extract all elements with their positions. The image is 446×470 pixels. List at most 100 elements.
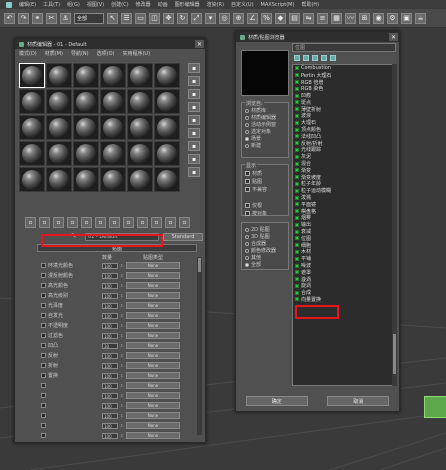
spinner-icon[interactable]: ⇕ [120,313,124,319]
material-editor-menu-item[interactable]: 实用程序(U) [122,50,150,57]
sample-slot[interactable] [100,115,126,140]
spinner-icon[interactable]: ⇕ [120,303,124,309]
map-amount-field[interactable]: 30 [102,342,118,349]
map-slot-button[interactable]: None [126,262,180,269]
spinner-icon[interactable]: ⇕ [120,413,124,419]
material-id-icon[interactable]: ▫ [123,217,134,228]
map-enable-checkbox[interactable] [41,393,46,398]
sample-slot[interactable] [46,115,72,140]
unlink-icon[interactable]: ✂ [46,12,57,24]
menu-item[interactable]: 帮助(H) [301,1,319,8]
map-slot-button[interactable]: None [126,392,180,399]
category-option[interactable]: 全部 [245,261,288,268]
map-amount-field[interactable]: 100 [102,412,118,419]
map-slot-button[interactable]: None [126,372,180,379]
map-amount-field[interactable]: 100 [102,392,118,399]
category-option[interactable]: 其他 [245,254,288,261]
scale-icon[interactable]: ⤢ [191,12,202,24]
sample-slot[interactable] [154,167,180,192]
menu-item[interactable]: 工具(T) [43,1,60,8]
backlight-icon[interactable]: ▪ [188,76,200,86]
show-option[interactable]: 贴图 [245,177,288,185]
select-icon[interactable]: ↖ [107,12,118,24]
sample-slot[interactable] [19,89,45,114]
map-enable-checkbox[interactable] [41,423,46,428]
menu-item[interactable]: 修改器 [136,1,151,8]
radio-button[interactable] [245,241,249,246]
sample-slot[interactable] [46,89,72,114]
cancel-button[interactable]: 取消 [327,396,390,406]
spinner-icon[interactable]: ⇕ [120,283,124,289]
map-enable-checkbox[interactable] [41,303,46,308]
assign-material-icon[interactable]: ▫ [53,217,64,228]
close-icon[interactable]: ✕ [195,40,204,48]
material-navigator-icon[interactable]: ▪ [188,167,200,177]
map-enable-checkbox[interactable] [41,343,46,348]
radio-button[interactable] [245,129,249,134]
map-enable-checkbox[interactable] [41,373,46,378]
render-frame-icon[interactable]: ▣ [401,12,412,24]
put-to-scene-icon[interactable]: ▫ [39,217,50,228]
map-slot-button[interactable]: None [126,342,180,349]
material-type-button[interactable]: Standard [163,233,203,241]
menu-item[interactable]: MAXScript(M) [261,2,295,8]
checkbox[interactable] [245,210,250,216]
spinner-icon[interactable]: ⇕ [120,403,124,409]
spinner-icon[interactable]: ⇕ [120,333,124,339]
selection-filter-dropdown[interactable]: 全部 [74,12,104,24]
map-list-scrollbar[interactable] [392,64,397,386]
radio-button[interactable] [245,255,249,260]
video-color-icon[interactable]: ▪ [188,115,200,125]
map-amount-field[interactable]: 100 [102,302,118,309]
sample-slot[interactable] [73,141,99,166]
sample-slot[interactable] [73,115,99,140]
material-editor-scrollbar[interactable] [197,257,202,435]
ok-button[interactable]: 确定 [245,396,308,406]
percent-snap-icon[interactable]: % [261,12,272,24]
map-slot-button[interactable]: None [126,312,180,319]
map-amount-field[interactable]: 100 [102,292,118,299]
sample-slot[interactable] [154,115,180,140]
go-forward-sibling-icon[interactable]: ▫ [179,217,190,228]
menu-item[interactable]: 视图(V) [87,1,104,8]
map-amount-field[interactable]: 100 [102,282,118,289]
redo-icon[interactable]: ↷ [18,12,29,24]
map-enable-checkbox[interactable] [41,433,46,438]
reset-icon[interactable]: ▫ [67,217,78,228]
rect-select-icon[interactable]: ▭ [135,12,146,24]
render-icon[interactable]: ☕ [415,12,426,24]
select-by-material-icon[interactable]: ▪ [188,154,200,164]
map-amount-field[interactable]: 100 [102,262,118,269]
category-option[interactable]: 颜色修改器 [245,247,288,254]
sample-slot[interactable] [73,63,99,88]
map-slot-button[interactable]: None [126,272,180,279]
map-slot-button[interactable]: None [126,322,180,329]
radio-button[interactable] [245,234,249,239]
map-enable-checkbox[interactable] [41,403,46,408]
named-selection-icon[interactable]: ▤ [289,12,300,24]
make-preview-icon[interactable]: ▪ [188,128,200,138]
browse-from-option[interactable]: 场景 [245,135,288,142]
view-large-icons-icon[interactable] [321,55,327,61]
material-editor-menu-item[interactable]: 选项(O) [97,50,115,57]
map-amount-field[interactable]: 100 [102,422,118,429]
sample-slot[interactable] [154,89,180,114]
browse-from-option[interactable]: 材质库 [245,107,288,114]
link-icon[interactable]: ⚭ [32,12,43,24]
map-slot-button[interactable]: None [126,302,180,309]
show-option[interactable]: 按对象 [245,209,288,217]
go-to-parent-icon[interactable]: ▫ [165,217,176,228]
spinner-icon[interactable]: ⇕ [120,293,124,299]
view-list-icon[interactable] [294,55,300,61]
show-map-icon[interactable]: ▫ [137,217,148,228]
background-icon[interactable]: ▪ [188,89,200,99]
material-editor-titlebar[interactable]: 材质编辑器 - 01 - Default ✕ [15,39,205,49]
menu-item[interactable]: 图形编辑器 [175,1,200,8]
browse-from-option[interactable]: 新建 [245,142,288,149]
sample-slot[interactable] [19,141,45,166]
render-setup-icon[interactable]: ⚙ [387,12,398,24]
checkbox[interactable] [245,178,250,184]
move-icon[interactable]: ✥ [163,12,174,24]
show-option[interactable]: 仅根 [245,201,288,209]
map-slot-button[interactable]: None [126,362,180,369]
